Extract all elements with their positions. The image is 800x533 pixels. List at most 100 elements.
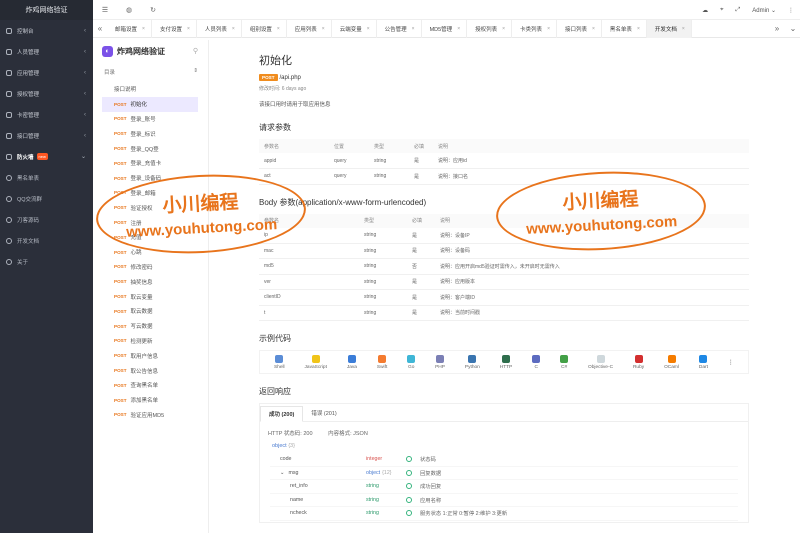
doc-nav-item[interactable]: POST 登录_标识 xyxy=(96,126,208,141)
tab-9[interactable]: 授权列表 × xyxy=(467,19,513,38)
tab-10[interactable]: 卡类列表 × xyxy=(512,19,557,38)
tab-6[interactable]: 云端变量 × xyxy=(332,19,377,38)
code-language-option[interactable]: PHP xyxy=(435,354,445,370)
tab-13[interactable]: 开发文档 × xyxy=(646,19,692,38)
code-language-option[interactable]: Dart xyxy=(699,354,708,370)
sidebar-subitem[interactable]: 关于 xyxy=(0,251,93,272)
cloud-icon[interactable]: ☁ xyxy=(702,7,708,14)
close-icon[interactable]: × xyxy=(277,26,280,32)
doc-nav-item[interactable]: POST 登录_账号 xyxy=(96,112,208,127)
chevron-down-icon: ⌄ xyxy=(770,7,776,14)
close-icon[interactable]: × xyxy=(322,26,325,32)
more-icon[interactable]: ⋮ xyxy=(788,7,794,14)
close-icon[interactable]: × xyxy=(547,26,550,32)
method-tag: POST xyxy=(114,353,127,359)
doc-nav-item[interactable]: POST 查询黑名单 xyxy=(96,378,208,393)
sidebar-subitem[interactable]: 刀客源码 xyxy=(0,209,93,230)
code-language-option[interactable]: Go xyxy=(407,354,416,370)
doc-nav-item[interactable]: POST 取云变量 xyxy=(96,289,208,304)
sidebar-item[interactable]: 应用管理 ‹ xyxy=(0,62,93,83)
code-language-option[interactable]: Objective-C xyxy=(588,354,613,370)
doc-nav-item[interactable]: POST 写云数据 xyxy=(96,319,208,334)
response-tab[interactable]: 错误 (201) xyxy=(303,405,344,421)
close-icon[interactable]: × xyxy=(142,26,145,32)
fullscreen-icon[interactable]: ⤢ xyxy=(735,7,740,14)
tab-scroll-right-icon[interactable]: » xyxy=(770,24,784,33)
sidebar-subitem[interactable]: 黑名单表 xyxy=(0,167,93,188)
expand-icon[interactable]: ⇕ xyxy=(193,68,198,82)
code-language-option[interactable]: Ruby xyxy=(633,354,644,370)
close-icon[interactable]: × xyxy=(232,26,235,32)
doc-nav-item[interactable]: POST 抽奖信息 xyxy=(96,274,208,289)
close-icon[interactable]: × xyxy=(457,26,460,32)
doc-nav-item[interactable]: POST 添加黑名单 xyxy=(96,393,208,408)
sidebar-item[interactable]: 卡密管理 ‹ xyxy=(0,104,93,125)
response-tab[interactable]: 成功 (200) xyxy=(260,406,304,422)
doc-nav-item[interactable]: POST 取用户信息 xyxy=(96,348,208,363)
code-language-option[interactable]: JavaScript xyxy=(305,354,327,370)
tab-4[interactable]: 组别设置 × xyxy=(242,19,287,38)
close-icon[interactable]: × xyxy=(592,26,595,32)
sidebar-item[interactable]: 接口管理 ‹ xyxy=(0,125,93,146)
close-icon[interactable]: × xyxy=(367,26,370,32)
code-language-option[interactable]: Shell xyxy=(274,354,285,370)
doc-nav-label: 验证应用MD5 xyxy=(130,412,165,419)
menu-icon xyxy=(6,258,12,265)
tab-12[interactable]: 黑名单表 × xyxy=(602,19,647,38)
sidebar-subitem[interactable]: QQ交流群 xyxy=(0,188,93,209)
doc-nav-item[interactable]: POST 修改密码 xyxy=(96,260,208,275)
code-language-option[interactable]: C# xyxy=(560,354,569,370)
code-language-option[interactable]: Java xyxy=(347,354,357,370)
language-icon xyxy=(468,354,477,363)
tab-scroll-left-icon[interactable]: « xyxy=(93,24,107,33)
doc-nav-item[interactable]: POST 登录_充值卡 xyxy=(96,156,208,171)
doc-nav-item[interactable]: POST 取云数据 xyxy=(96,304,208,319)
menu-icon xyxy=(6,216,12,223)
sidebar-item[interactable]: 防火墙 new ⌄ xyxy=(0,146,93,167)
doc-directory-header[interactable]: 目录 ⇕ xyxy=(96,62,208,82)
response-field-row: ⌄ msg object {12} 回复数据 xyxy=(270,467,738,480)
user-menu[interactable]: Admin ⌄ xyxy=(752,7,776,14)
close-icon[interactable]: × xyxy=(412,26,415,32)
tab-1[interactable]: 邮箱设置 × xyxy=(107,19,152,38)
doc-nav-item[interactable]: POST 检测更新 xyxy=(96,334,208,349)
code-language-option[interactable]: Python xyxy=(464,354,480,370)
menu-toggle-icon[interactable]: ☰ xyxy=(93,6,117,14)
doc-nav-item[interactable]: POST 验证应用MD5 xyxy=(96,408,208,423)
code-language-option[interactable]: C xyxy=(532,354,541,370)
tab-menu-icon[interactable]: ⌄ xyxy=(786,24,800,33)
doc-nav-label: 检测更新 xyxy=(130,338,153,345)
tab-7[interactable]: 公告管理 × xyxy=(377,19,422,38)
close-icon[interactable]: × xyxy=(637,26,640,32)
tab-11[interactable]: 接口列表 × xyxy=(557,19,602,38)
close-icon[interactable]: × xyxy=(187,26,190,32)
tag-icon[interactable]: ⌖ xyxy=(720,7,723,14)
tab-3[interactable]: 人员列表 × xyxy=(197,19,242,38)
tab-2[interactable]: 支付设置 × xyxy=(152,19,197,38)
close-icon[interactable]: × xyxy=(682,26,685,32)
search-icon[interactable]: ⚲ xyxy=(193,47,198,55)
doc-nav-item[interactable]: 接口说明 xyxy=(96,82,208,97)
more-languages-icon[interactable]: ⋮ xyxy=(728,359,734,366)
language-icon xyxy=(407,354,416,363)
code-language-option[interactable]: HTTP xyxy=(500,354,512,370)
table-cell: string xyxy=(359,258,407,275)
sidebar-item[interactable]: 控制台 ‹ xyxy=(0,20,93,41)
chevron-down-icon[interactable]: ⌄ xyxy=(280,470,284,476)
close-icon[interactable]: × xyxy=(502,26,505,32)
code-language-option[interactable]: Swift xyxy=(377,354,387,370)
sidebar-item[interactable]: 人员管理 ‹ xyxy=(0,41,93,62)
tab-8[interactable]: MD5管理 × xyxy=(422,19,468,38)
sidebar-subitem[interactable]: 开发文档 xyxy=(0,230,93,251)
doc-nav-item[interactable]: POST 初始化 xyxy=(102,96,198,112)
doc-nav-item[interactable]: POST 登录_QQ登 xyxy=(96,141,208,156)
language-name: Python xyxy=(464,364,480,370)
sidebar-item[interactable]: 授权管理 ‹ xyxy=(0,83,93,104)
response-root-object: object {3} xyxy=(260,443,748,449)
tab-5[interactable]: 应用列表 × xyxy=(287,19,332,38)
doc-nav-item[interactable]: POST 取公告信息 xyxy=(96,363,208,378)
endpoint-line: POST /api.php xyxy=(259,74,752,81)
globe-icon[interactable]: ◍ xyxy=(117,6,141,14)
code-language-option[interactable]: OCaml xyxy=(664,354,679,370)
refresh-icon[interactable]: ↻ xyxy=(141,6,165,14)
